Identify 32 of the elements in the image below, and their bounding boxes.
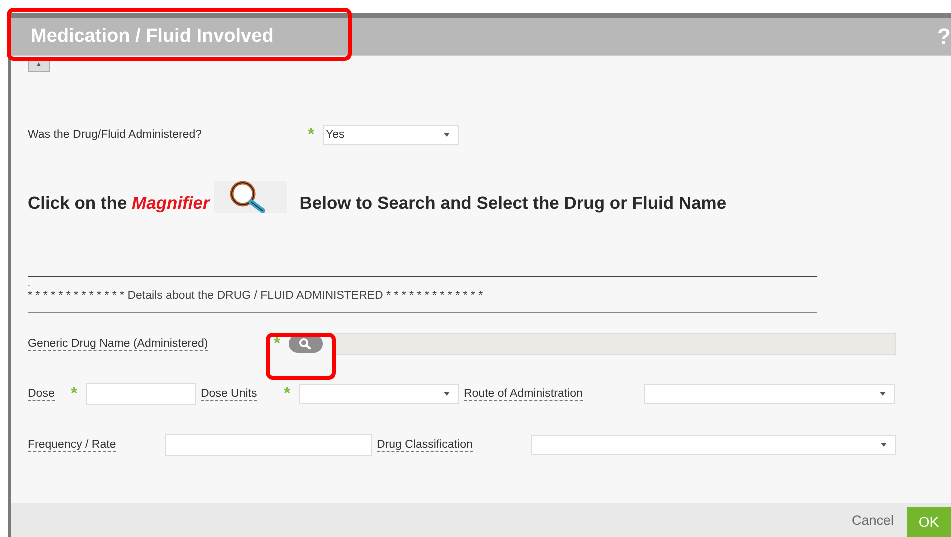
dot-text: .: [28, 279, 32, 288]
instruction-heading: Click on the Magnifier: [28, 193, 210, 214]
required-mark: *: [308, 128, 316, 142]
cancel-button[interactable]: Cancel: [852, 512, 894, 528]
field-label: Route of Administration: [464, 388, 583, 401]
dropdown[interactable]: [531, 435, 896, 455]
dropdown[interactable]: Yes: [323, 125, 459, 145]
required-mark: *: [274, 337, 282, 351]
search-icon: [298, 338, 314, 350]
section-title: * * * * * * * * * * * * * Details about the DRUG / FLUID ADMINISTERED * * * * * * * * * * * * *: [28, 290, 484, 302]
field-label: Was the Drug/Fluid Administered?: [28, 129, 204, 141]
input-field[interactable]: [86, 383, 196, 405]
dropdown[interactable]: [644, 384, 895, 404]
caret-icon: [881, 443, 887, 447]
input-field[interactable]: [333, 333, 896, 355]
field-label: Frequency / Rate: [28, 439, 116, 452]
required-mark: *: [71, 387, 79, 401]
field-label: Generic Drug Name (Administered): [28, 338, 208, 351]
caret-icon: [444, 133, 450, 137]
ok-button[interactable]: OK: [907, 507, 951, 537]
field-label: Drug Classification: [377, 439, 473, 452]
window-title: Medication / Fluid Involved: [31, 26, 274, 48]
field-label: Dose Units: [201, 388, 258, 401]
instruction-heading: Below to Search and Select the Drug or Fluid Name: [298, 193, 727, 214]
dropdown[interactable]: [299, 384, 459, 404]
field-label: Dose: [28, 388, 55, 401]
highlight-frame: [266, 333, 336, 380]
required-mark: *: [284, 387, 292, 401]
caret-icon: [444, 392, 450, 396]
magnifier-icon: [214, 180, 287, 212]
caret-icon: [880, 392, 886, 396]
input-field[interactable]: [165, 434, 372, 456]
